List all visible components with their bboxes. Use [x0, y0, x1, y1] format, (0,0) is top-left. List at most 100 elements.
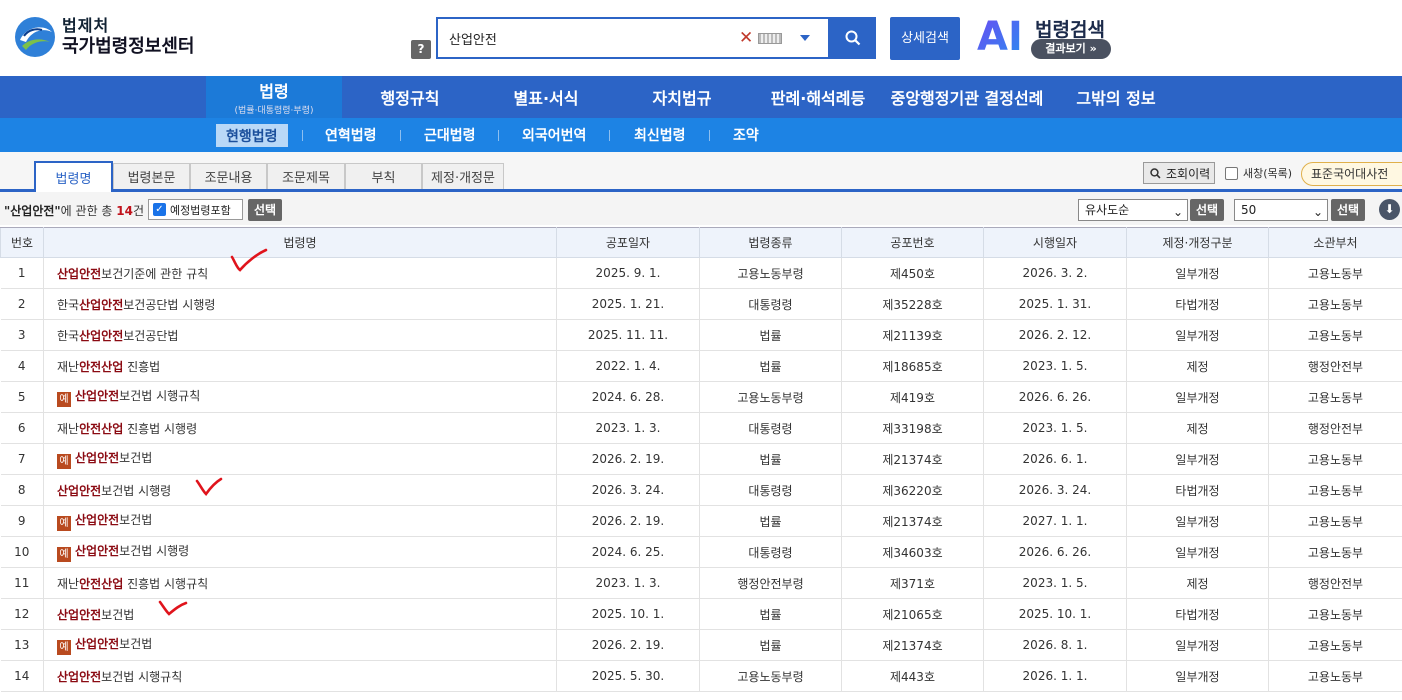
table-row[interactable]: 3 한국산업안전보건공단법 2025. 11. 11. 법률 제21139호 2026. … — [0, 319, 1402, 351]
table-row[interactable]: 9 예 산업안전보건법 2026. 2. 19. 법률 제21374호 2027. 1. 1… — [0, 505, 1402, 537]
table-row[interactable]: 7 예 산업안전보건법 2026. 2. 19. 법률 제21374호 2026. 6. 1… — [0, 443, 1402, 475]
subnav-divider — [498, 130, 499, 141]
results-table: 번호 법령명 공포일자 법령종류 공포번호 시행일자 제정·개정구분 소관부처 … — [0, 227, 1402, 692]
ai-search-title[interactable]: 법령검색 — [1035, 15, 1105, 42]
col-header-effective-date[interactable]: 시행일자 — [983, 227, 1127, 258]
subnav-divider — [609, 130, 610, 141]
row-number: 2 — [0, 288, 44, 320]
col-header-promulgation-no[interactable]: 공포번호 — [841, 227, 984, 258]
help-button[interactable]: ? — [411, 40, 431, 59]
table-row[interactable]: 10 예 산업안전보건법 시행령 2024. 6. 25. 대통령령 제34603호 202… — [0, 536, 1402, 568]
col-header-promulgation-date[interactable]: 공포일자 — [556, 227, 700, 258]
tab-article-content[interactable]: 조문내용 — [190, 163, 267, 189]
clear-search-icon[interactable]: ✕ — [739, 28, 755, 48]
col-header-law-name[interactable]: 법령명 — [43, 227, 557, 258]
revision-type: 타법개정 — [1126, 474, 1269, 506]
sort-select-button[interactable]: 선택 — [1190, 199, 1224, 221]
law-name-prefix: 한국 — [57, 328, 80, 343]
nav-admin-rules[interactable]: 행정규칙 — [342, 76, 478, 118]
law-name-link[interactable]: 산업안전보건법 시행령 — [43, 474, 557, 506]
revision-type: 타법개정 — [1126, 288, 1269, 320]
law-name-link[interactable]: 산업안전보건법 시행규칙 — [43, 660, 557, 692]
law-name-link[interactable]: 재난안전산업 진흥법 시행규칙 — [43, 567, 557, 599]
nav-laws[interactable]: 법령 (법률·대통령령·부령) — [206, 76, 342, 118]
law-name-link[interactable]: 한국산업안전보건공단법 — [43, 319, 557, 351]
tab-addenda[interactable]: 부칙 — [345, 163, 422, 189]
law-name-link[interactable]: 예 산업안전보건법 시행규칙 — [43, 381, 557, 413]
subnav-foreign-translation[interactable]: 외국어번역 — [522, 118, 586, 152]
col-header-no: 번호 — [0, 227, 44, 258]
page-size-value: 50 — [1241, 203, 1257, 217]
subnav-modern-laws[interactable]: 근대법령 — [424, 118, 476, 152]
law-name-link[interactable]: 예 산업안전보건법 — [43, 629, 557, 661]
tab-law-name[interactable]: 법령명 — [34, 161, 113, 192]
law-name-suffix: 보건법 — [101, 607, 135, 622]
law-name-link[interactable]: 산업안전보건기준에 관한 규칙 — [43, 257, 557, 289]
new-window-checkbox[interactable] — [1225, 166, 1238, 180]
sort-value: 유사도순 — [1085, 203, 1130, 217]
effective-date: 2026. 6. 1. — [983, 443, 1127, 475]
effective-date: 2023. 1. 5. — [983, 412, 1127, 444]
include-select-button[interactable]: 선택 — [248, 199, 282, 221]
nav-precedents[interactable]: 판례·해석례등 — [750, 76, 886, 118]
advanced-search-button[interactable]: 상세검색 — [890, 17, 960, 60]
table-row[interactable]: 12 산업안전보건법 2025. 10. 1. 법률 제21065호 2025. 10. … — [0, 598, 1402, 630]
page-size-select-button[interactable]: 선택 — [1331, 199, 1365, 221]
table-row[interactable]: 11 재난안전산업 진흥법 시행규칙 2023. 1. 3. 행정안전부령 제371호 2… — [0, 567, 1402, 599]
download-icon[interactable]: ⬇ — [1379, 199, 1400, 220]
table-row[interactable]: 1 산업안전보건기준에 관한 규칙 2025. 9. 1. 고용노동부령 제450호 20… — [0, 257, 1402, 289]
nav-local-laws[interactable]: 자치법규 — [614, 76, 750, 118]
revision-type: 타법개정 — [1126, 598, 1269, 630]
subnav-latest-laws[interactable]: 최신법령 — [634, 118, 686, 152]
search-dropdown-icon[interactable] — [800, 35, 810, 41]
law-name-link[interactable]: 재난안전산업 진흥법 시행령 — [43, 412, 557, 444]
nav-other-info[interactable]: 그밖의 정보 — [1048, 76, 1184, 118]
tab-article-title[interactable]: 조문제목 — [267, 163, 345, 189]
virtual-keyboard-icon[interactable] — [758, 32, 782, 44]
result-summary: "산업안전"에 관한 총 14건 — [4, 202, 144, 219]
dictionary-link[interactable]: 표준국어대사전 — [1301, 162, 1402, 186]
search-button[interactable] — [830, 17, 876, 59]
subnav-treaties[interactable]: 조약 — [733, 118, 759, 152]
ai-logo[interactable]: AI — [977, 16, 1023, 58]
law-name-link[interactable]: 예 산업안전보건법 시행령 — [43, 536, 557, 568]
table-row[interactable]: 4 재난안전산업 진흥법 2022. 1. 4. 법률 제18685호 2023. 1. … — [0, 350, 1402, 382]
page-size-select[interactable]: 50 ⌄ — [1234, 199, 1328, 221]
site-logo[interactable]: 법제처 국가법령정보센터 — [14, 16, 194, 58]
scheduled-badge: 예 — [57, 454, 71, 469]
history-button[interactable]: 조회이력 — [1143, 162, 1215, 184]
revision-type: 제정 — [1126, 412, 1269, 444]
sort-select[interactable]: 유사도순 ⌄ — [1078, 199, 1188, 221]
table-row[interactable]: 14 산업안전보건법 시행규칙 2025. 5. 30. 고용노동부령 제443호 202… — [0, 660, 1402, 692]
subnav-history-laws[interactable]: 연혁법령 — [325, 118, 377, 152]
search-icon — [845, 30, 861, 46]
table-row[interactable]: 5 예 산업안전보건법 시행규칙 2024. 6. 28. 고용노동부령 제419호 202… — [0, 381, 1402, 413]
table-row[interactable]: 2 한국산업안전보건공단법 시행령 2025. 1. 21. 대통령령 제35228호 2… — [0, 288, 1402, 320]
col-header-department[interactable]: 소관부처 — [1268, 227, 1402, 258]
table-row[interactable]: 13 예 산업안전보건법 2026. 2. 19. 법률 제21374호 2026. 8. … — [0, 629, 1402, 661]
law-type: 고용노동부령 — [699, 381, 842, 413]
promulgation-date: 2026. 3. 24. — [556, 474, 700, 506]
promulgation-date: 2025. 5. 30. — [556, 660, 700, 692]
law-name-link[interactable]: 재난안전산업 진흥법 — [43, 350, 557, 382]
col-header-revision-type[interactable]: 제정·개정구분 — [1126, 227, 1269, 258]
law-name-link[interactable]: 예 산업안전보건법 — [43, 505, 557, 537]
include-scheduled-toggle[interactable]: ✓ 예정법령포함 — [148, 199, 243, 220]
tab-enact-amend-text[interactable]: 제정·개정문 — [422, 163, 504, 189]
law-name-link[interactable]: 예 산업안전보건법 — [43, 443, 557, 475]
promulgation-number: 제36220호 — [841, 474, 984, 506]
nav-tables-forms[interactable]: 별표·서식 — [478, 76, 614, 118]
law-name-link[interactable]: 한국산업안전보건공단법 시행령 — [43, 288, 557, 320]
tab-law-body[interactable]: 법령본문 — [113, 163, 190, 189]
nav-central-decisions[interactable]: 중앙행정기관 결정선례 — [886, 76, 1048, 118]
law-name-link[interactable]: 산업안전보건법 — [43, 598, 557, 630]
ai-result-button[interactable]: 결과보기 » — [1031, 39, 1111, 59]
col-header-law-type[interactable]: 법령종류 — [699, 227, 842, 258]
include-scheduled-checkbox[interactable]: ✓ — [153, 203, 166, 216]
new-window-toggle[interactable]: 새창(목록) — [1225, 165, 1292, 181]
table-row[interactable]: 6 재난안전산업 진흥법 시행령 2023. 1. 3. 대통령령 제33198호 202… — [0, 412, 1402, 444]
subnav-current-laws[interactable]: 현행법령 — [216, 124, 288, 147]
revision-type: 제정 — [1126, 567, 1269, 599]
search-input[interactable] — [438, 19, 739, 57]
law-name-keyword: 산업안전 — [75, 513, 120, 527]
